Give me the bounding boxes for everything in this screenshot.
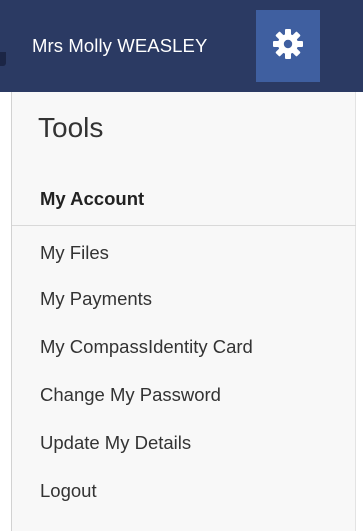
gear-icon [272,28,304,65]
menu-item-update-details[interactable]: Update My Details [40,432,191,454]
menu-item-logout[interactable]: Logout [40,480,97,502]
tools-dropdown-panel: Tools My Account My Files My Payments My… [11,92,356,531]
menu-divider [12,225,356,226]
menu-item-my-payments[interactable]: My Payments [40,288,152,310]
menu-item-my-files[interactable]: My Files [40,242,109,264]
top-bar-edge-decoration [0,52,6,66]
top-bar: Mrs Molly WEASLEY [0,0,363,92]
user-name-link[interactable]: Mrs Molly WEASLEY [32,0,207,92]
panel-title: Tools [38,112,104,143]
menu-item-my-account[interactable]: My Account [40,188,144,210]
settings-button[interactable] [256,10,320,82]
menu-item-compass-identity-card[interactable]: My CompassIdentity Card [40,336,253,358]
menu-item-change-password[interactable]: Change My Password [40,384,221,406]
